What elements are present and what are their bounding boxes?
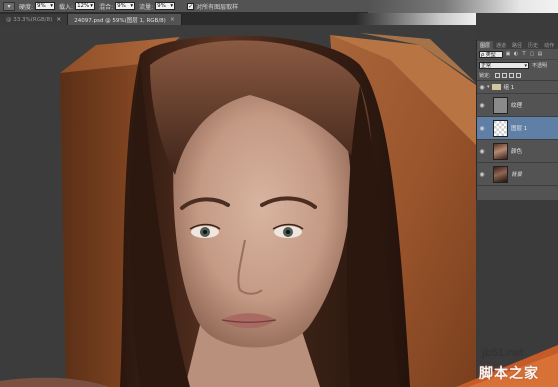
lock-position-icon[interactable] xyxy=(508,73,514,78)
blend-mode-select[interactable]: 正常 ▾ xyxy=(479,62,529,69)
layer-thumbnail xyxy=(493,142,508,160)
layer-name: 组 1 xyxy=(503,85,515,91)
layer-name: 纹理 xyxy=(511,103,523,109)
lock-label: 锁定: xyxy=(479,73,491,79)
layer-name: 背景 xyxy=(511,172,523,178)
chevron-down-icon: ▾ xyxy=(50,3,54,9)
document-canvas[interactable] xyxy=(0,25,476,387)
tab-label: 24097.psd @ 59%(图层 1, RGB/8) xyxy=(74,17,166,24)
chevron-down-icon: ▾ xyxy=(90,3,94,9)
lock-all-icon[interactable] xyxy=(515,73,521,78)
pixel-filter-icon[interactable]: ▣ xyxy=(505,51,511,57)
lock-pixels-icon[interactable] xyxy=(501,73,507,78)
type-filter-icon[interactable]: T xyxy=(521,51,527,57)
lock-transparent-icon[interactable] xyxy=(494,73,500,78)
chevron-down-icon: ▾ xyxy=(170,3,174,9)
chevron-down-icon: ▾ xyxy=(524,62,527,69)
layer-row[interactable]: ◉ 纹理 xyxy=(477,94,558,117)
flow-field[interactable]: 12% ▾ xyxy=(75,2,96,10)
tab-bar-fade xyxy=(356,13,476,25)
lock-row: 锁定: xyxy=(477,71,558,81)
flow-option: 载入: 12% ▾ xyxy=(59,2,96,11)
tab-layers[interactable]: 图层 xyxy=(477,41,494,49)
sample-all-checkbox[interactable]: ✓ xyxy=(187,2,195,10)
layer-row-group[interactable]: ◉ ▾ 组 1 xyxy=(477,81,558,94)
canvas-image xyxy=(0,33,476,387)
chevron-down-icon: ▾ xyxy=(130,3,134,9)
sample-all-layers-option[interactable]: ✓ 对所有图层取样 xyxy=(187,2,238,11)
layer-filter-row: ρ 类型 ▣ ◐ T ▢ ▤ xyxy=(477,49,558,60)
layer-thumbnail xyxy=(493,96,508,114)
eye-icon[interactable]: ◉ xyxy=(477,125,487,132)
layer-row-selected[interactable]: ◉ 图层 1 xyxy=(477,117,558,140)
chevron-down-icon[interactable]: ▾ xyxy=(487,84,490,90)
adjustment-filter-icon[interactable]: ◐ xyxy=(513,51,519,57)
eye-icon[interactable]: ◉ xyxy=(477,171,487,178)
hardness-field[interactable]: 9% ▾ xyxy=(35,2,56,10)
layer-thumbnail xyxy=(493,119,508,137)
hardness-option: 硬度: 9% ▾ xyxy=(19,2,56,11)
folder-icon xyxy=(491,84,501,90)
shape-filter-icon[interactable]: ▢ xyxy=(529,51,535,57)
tab-paths[interactable]: 路径 xyxy=(509,41,525,49)
mix-option: 混合: 9% ▾ xyxy=(99,2,136,11)
tab-label: @ 33.3%(RGB/8) xyxy=(6,16,53,23)
layer-name: 图层 1 xyxy=(511,126,528,132)
sample-all-label: 对所有图层取样 xyxy=(196,3,239,11)
eye-icon[interactable]: ◉ xyxy=(477,148,487,155)
hardness-label: 硬度: xyxy=(19,3,34,11)
smart-object-filter-icon[interactable]: ▤ xyxy=(537,51,543,57)
watermark-site: jb51.net xyxy=(482,347,524,359)
wet-label: 流量: xyxy=(139,3,154,11)
filter-kind-select[interactable]: ρ 类型 xyxy=(479,50,503,58)
options-bar-fade xyxy=(368,0,558,13)
tab-channels[interactable]: 通道 xyxy=(493,41,509,49)
opacity-label: 不透明 xyxy=(532,63,548,69)
document-tab-active[interactable]: 24097.psd @ 59%(图层 1, RGB/8) × xyxy=(68,14,182,25)
document-tab[interactable]: @ 33.3%(RGB/8) × xyxy=(0,14,69,25)
tab-history[interactable]: 历史 xyxy=(525,41,541,49)
blend-row: 正常 ▾ 不透明 xyxy=(477,60,558,71)
mix-field[interactable]: 9% ▾ xyxy=(115,2,136,10)
layers-panel: 图层 通道 路径 历史 动作 ρ 类型 ▣ ◐ T ▢ ▤ 正常 ▾ 不透明 锁定… xyxy=(476,40,558,200)
close-icon[interactable]: × xyxy=(56,16,61,23)
document-tab-bar: @ 33.3%(RGB/8) × 24097.psd @ 59%(图层 1, R… xyxy=(0,13,476,25)
wet-option: 流量: 9% ▾ xyxy=(139,2,176,11)
layer-name: 颜色 xyxy=(511,149,523,155)
wet-field[interactable]: 9% ▾ xyxy=(155,2,176,10)
close-icon[interactable]: × xyxy=(170,16,175,23)
eye-icon[interactable]: ◉ xyxy=(477,102,487,109)
tab-actions[interactable]: 动作 xyxy=(541,41,557,49)
options-bar: ▾ 硬度: 9% ▾ 载入: 12% ▾ 混合: 9% ▾ 流量: 9% ▾ ✓ 对所有… xyxy=(0,0,558,13)
watermark-site-name: 脚本之家 xyxy=(479,366,539,382)
layer-row[interactable]: ◉ 背景 xyxy=(477,163,558,186)
panel-tabs: 图层 通道 路径 历史 动作 xyxy=(477,40,558,49)
mix-label: 混合: xyxy=(99,3,114,11)
brush-preset-icon[interactable]: ▾ xyxy=(3,1,15,11)
flow-label: 载入: xyxy=(59,3,74,11)
layer-row[interactable]: ◉ 颜色 xyxy=(477,140,558,163)
eye-icon[interactable]: ◉ xyxy=(477,84,487,91)
layer-thumbnail xyxy=(493,165,508,183)
